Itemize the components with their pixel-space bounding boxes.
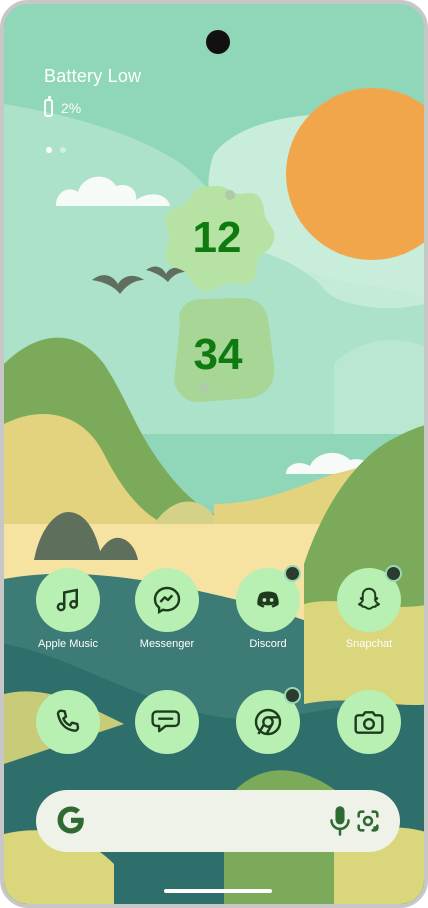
app-icon-circle — [36, 690, 100, 754]
battery-title: Battery Low — [44, 66, 142, 86]
front-camera — [206, 30, 230, 54]
battery-status: Battery Low 2% — [44, 66, 141, 117]
chrome-icon — [254, 708, 282, 736]
app-messenger[interactable]: Messenger — [117, 568, 217, 650]
app-label: Snapchat — [345, 638, 393, 650]
clock-minutes: 34 — [193, 330, 243, 379]
app-phone[interactable] — [18, 690, 118, 754]
app-label: Apple Music — [38, 638, 98, 650]
discord-icon — [257, 591, 279, 608]
app-messages[interactable] — [117, 690, 217, 754]
phone-icon — [56, 709, 80, 732]
gesture-nav-bar[interactable] — [164, 889, 272, 893]
app-icon-circle — [135, 568, 199, 632]
phone-frame: Battery Low 2% 12 34 Apple Music Messeng… — [0, 0, 428, 908]
app-icon-circle — [36, 568, 100, 632]
app-icon-circle — [135, 690, 199, 754]
notification-badge — [284, 687, 301, 704]
app-icon-circle — [236, 565, 301, 632]
snapchat-icon — [358, 587, 380, 610]
app-label: Discord — [249, 638, 287, 650]
music-note-icon — [56, 588, 79, 612]
wallpaper — [4, 4, 424, 904]
app-snapchat[interactable]: Snapchat — [319, 565, 419, 650]
battery-icon — [44, 96, 53, 117]
app-discord[interactable]: Discord — [218, 565, 318, 650]
chat-icon — [151, 710, 180, 733]
app-camera[interactable] — [319, 690, 419, 754]
page-dot-active — [46, 147, 52, 153]
microphone-icon[interactable] — [326, 804, 354, 838]
google-g-icon — [57, 806, 84, 834]
google-search-bar[interactable] — [36, 790, 400, 852]
page-indicator — [46, 147, 66, 153]
battery-percent: 2% — [61, 100, 82, 116]
battery-row: 2% — [44, 96, 141, 117]
app-icon-circle — [337, 690, 401, 754]
clock-hours: 12 — [192, 213, 242, 262]
notification-badge — [284, 565, 301, 582]
google-lens-icon[interactable] — [354, 807, 382, 835]
page-dot — [60, 147, 66, 153]
app-icon-circle — [236, 687, 301, 754]
notification-badge — [385, 565, 402, 582]
app-icon-circle — [337, 565, 402, 632]
app-apple-music[interactable]: Apple Music — [18, 568, 118, 650]
app-chrome[interactable] — [218, 687, 318, 754]
messenger-icon — [153, 586, 181, 615]
app-label: Messenger — [139, 638, 195, 650]
camera-icon — [354, 711, 384, 734]
